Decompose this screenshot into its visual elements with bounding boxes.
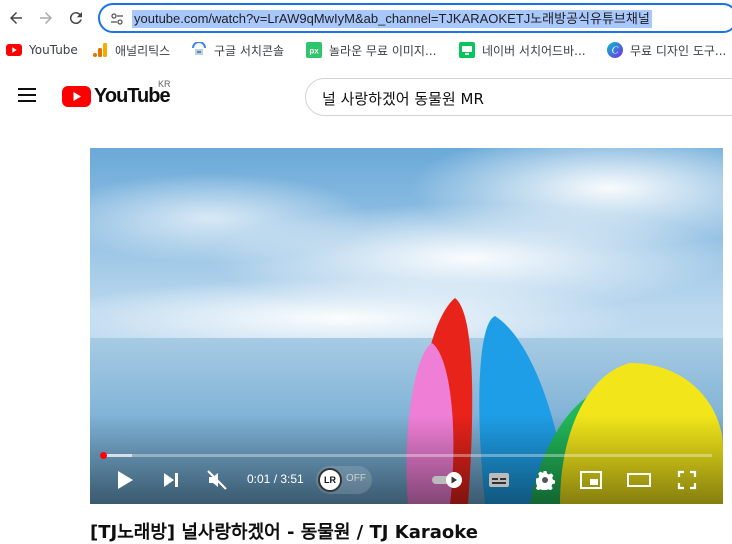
youtube-logo[interactable]: YouTube KR: [62, 79, 171, 108]
lr-state: OFF: [346, 473, 366, 484]
lr-badge: LR: [318, 468, 342, 492]
video-title: [TJ노래방] 널사랑하겠어 - 동물원 / TJ Karaoke: [90, 522, 478, 543]
search-query[interactable]: 널 사랑하겠어 동물원 MR: [322, 88, 484, 109]
search-input[interactable]: 널 사랑하겠어 동물원 MR: [305, 78, 732, 116]
mute-button[interactable]: [204, 466, 230, 494]
arrow-left-icon: [10, 12, 22, 24]
reload-icon: [69, 12, 82, 25]
subtitles-icon: [489, 473, 509, 487]
gear-icon: [535, 471, 555, 490]
bookmark-youtube[interactable]: YouTube: [6, 41, 78, 59]
miniplayer-icon: [580, 471, 602, 489]
progress-scrubber[interactable]: [100, 452, 107, 459]
analytics-icon: [92, 42, 108, 58]
search-console-icon: [191, 42, 207, 58]
youtube-icon: [6, 42, 22, 58]
youtube-header: YouTube KR 널 사랑하겠어 동물원 MR: [0, 64, 732, 128]
bookmark-pixabay[interactable]: px 놀라운 무료 이미지...: [306, 41, 436, 59]
forward-button[interactable]: [34, 6, 58, 30]
canva-icon: C: [607, 42, 623, 58]
volume-muted-icon: [207, 470, 227, 490]
current-time: 0:01: [247, 472, 271, 486]
bookmarks-bar: YouTube 애널리틱스 구글 서치콘솔 px 놀라운 무료 이미지... 네…: [0, 36, 732, 64]
arrow-right-icon: [40, 12, 52, 24]
pixabay-icon: px: [306, 42, 322, 58]
hamburger-menu-icon[interactable]: [16, 84, 38, 106]
theater-mode-icon: [627, 473, 651, 487]
bookmark-canva[interactable]: C 무료 디자인 도구...: [607, 41, 726, 59]
browser-toolbar: youtube.com/watch?v=LrAW9qMwIyM&ab_chann…: [0, 0, 732, 36]
bookmark-label: 구글 서치콘솔: [214, 43, 285, 58]
bookmark-label: 네이버 서치어드바...: [482, 43, 586, 58]
next-button[interactable]: [158, 466, 184, 494]
bookmark-search-console[interactable]: 구글 서치콘솔: [191, 41, 284, 59]
svg-text:px: px: [309, 47, 319, 56]
fullscreen-button[interactable]: [674, 466, 700, 494]
bookmark-label: 애널리틱스: [115, 43, 171, 58]
bookmark-label: YouTube: [29, 43, 78, 57]
subtitles-button[interactable]: [486, 466, 512, 494]
skip-next-icon: [164, 473, 178, 487]
region-code: KR: [158, 79, 171, 89]
back-button[interactable]: [4, 6, 28, 30]
time-separator: /: [270, 472, 281, 486]
progress-track[interactable]: [102, 454, 712, 457]
bookmark-label: 무료 디자인 도구...: [630, 43, 727, 58]
play-button[interactable]: [112, 466, 138, 494]
bookmark-label: 놀라운 무료 이미지...: [329, 43, 437, 58]
svg-text:C: C: [612, 46, 619, 57]
video-player[interactable]: 0:01 / 3:51 LR OFF: [90, 148, 723, 504]
naver-icon: [459, 42, 475, 58]
reload-button[interactable]: [64, 6, 88, 30]
youtube-play-logo-icon: [62, 86, 91, 107]
autoplay-toggle[interactable]: [428, 466, 468, 494]
site-info-icon[interactable]: [110, 12, 124, 26]
duration: 3:51: [280, 472, 304, 486]
time-display: 0:01 / 3:51: [247, 472, 304, 486]
fullscreen-icon: [677, 470, 697, 490]
lr-toggle[interactable]: LR OFF: [316, 466, 372, 494]
settings-button[interactable]: [532, 466, 558, 494]
bookmark-analytics[interactable]: 애널리틱스: [92, 41, 170, 59]
video-frame: [90, 148, 723, 504]
bookmark-naver[interactable]: 네이버 서치어드바...: [459, 41, 586, 59]
address-bar[interactable]: youtube.com/watch?v=LrAW9qMwIyM&ab_chann…: [98, 3, 732, 33]
miniplayer-button[interactable]: [578, 466, 604, 494]
autoplay-toggle-icon: [432, 472, 462, 488]
theater-mode-button[interactable]: [626, 466, 652, 494]
play-icon: [118, 471, 133, 489]
url-text[interactable]: youtube.com/watch?v=LrAW9qMwIyM&ab_chann…: [132, 10, 652, 28]
